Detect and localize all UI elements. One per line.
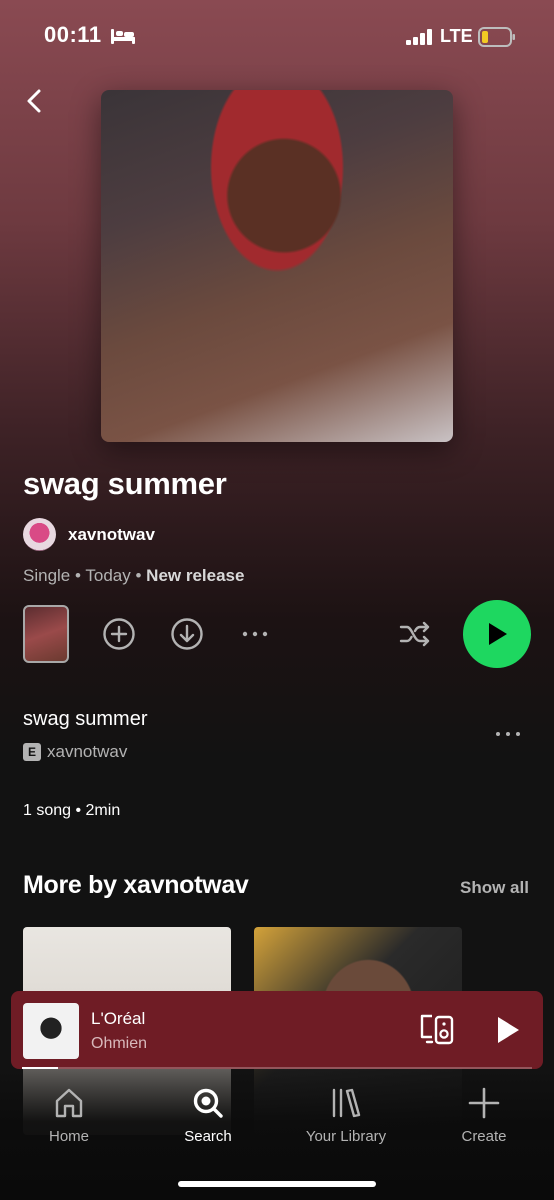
now-playing-title: L'Oréal [91, 1009, 146, 1028]
home-icon [55, 1088, 83, 1118]
plus-icon [468, 1087, 500, 1119]
search-icon [193, 1088, 223, 1118]
track-title[interactable]: swag summer [23, 708, 147, 731]
add-icon[interactable] [102, 617, 136, 651]
now-playing-artist: Ohmien [91, 1035, 148, 1052]
explicit-badge: E [23, 743, 41, 761]
bed-icon [111, 29, 135, 44]
play-button[interactable] [463, 600, 531, 668]
release-title: swag summer [23, 466, 227, 501]
home-indicator [178, 1181, 376, 1187]
release-meta: Single • Today • New release [23, 566, 244, 586]
network-label: LTE [440, 26, 473, 46]
meta-separator: • [135, 566, 142, 585]
shuffle-icon[interactable] [398, 617, 432, 651]
more-icon[interactable] [238, 617, 272, 651]
devices-icon[interactable] [419, 1013, 455, 1047]
now-playing-bar[interactable]: L'Oréal Ohmien [11, 991, 543, 1069]
more-by-heading: More by xavnotwav [23, 871, 249, 899]
nav-search-label: Search [184, 1128, 232, 1145]
signal-icon [406, 29, 432, 45]
release-type: Single [23, 566, 71, 585]
meta-separator: • [75, 566, 81, 585]
album-cover [101, 90, 453, 442]
status-time: 00:11 [44, 22, 102, 47]
nav-create-label: Create [461, 1128, 507, 1145]
artist-avatar[interactable] [23, 518, 56, 551]
release-summary: 1 song • 2min [23, 802, 121, 819]
nav-library[interactable]: Your Library [291, 1086, 401, 1145]
nav-home[interactable]: Home [14, 1086, 124, 1145]
release-date: Today [85, 566, 131, 585]
nav-home-label: Home [48, 1128, 89, 1145]
battery-icon [478, 27, 515, 47]
now-playing-play-icon[interactable] [495, 1015, 521, 1045]
library-icon [332, 1088, 361, 1118]
play-icon [489, 623, 507, 645]
download-icon[interactable] [170, 617, 204, 651]
show-all-link[interactable]: Show all [460, 878, 529, 898]
back-icon[interactable] [22, 86, 48, 116]
track-artist[interactable]: xavnotwav [47, 742, 127, 762]
track-more-icon[interactable] [492, 718, 524, 750]
artist-name[interactable]: xavnotwav [68, 525, 155, 545]
nav-create[interactable]: Create [429, 1086, 539, 1145]
preview-thumbnail[interactable] [23, 605, 69, 663]
nav-library-label: Your Library [305, 1128, 387, 1145]
now-playing-artwork [23, 1003, 79, 1059]
nav-search[interactable]: Search [153, 1086, 263, 1145]
release-tag: New release [146, 566, 245, 585]
